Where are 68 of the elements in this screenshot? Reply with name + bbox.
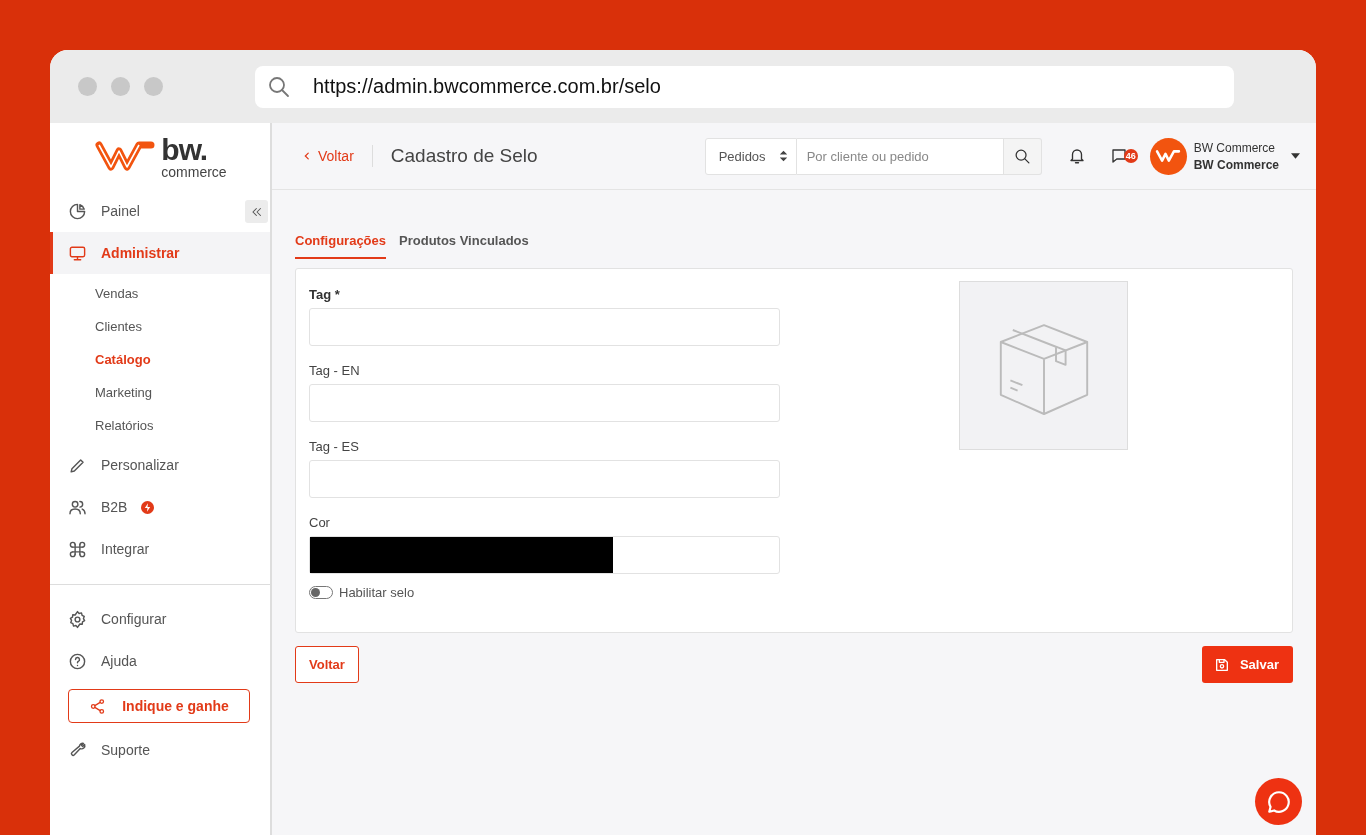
sidebar-item[interactable]: Administrar [50, 232, 270, 274]
sidebar-item[interactable]: B2B [50, 486, 270, 528]
collapse-button[interactable] [245, 200, 268, 223]
share-icon [89, 697, 107, 715]
search-field[interactable]: Por cliente ou pedido [796, 137, 1004, 175]
sort-arrows-icon [778, 150, 788, 162]
window-control-dot[interactable] [111, 77, 130, 96]
caret-down-icon[interactable] [1291, 153, 1300, 159]
command-icon [68, 539, 87, 559]
logo-wordmark: bw. [161, 134, 209, 165]
sidebar-label: Painel [101, 203, 140, 219]
logo-icon [1155, 148, 1182, 164]
monitor-icon [68, 243, 87, 263]
address-bar[interactable]: https://admin.bwcommerce.com.br/selo [255, 65, 1234, 108]
tab[interactable]: Configurações [295, 232, 386, 259]
sidebar-item[interactable]: Personalizar [50, 444, 270, 486]
back-link[interactable]: Voltar [302, 145, 373, 167]
search-button[interactable] [1003, 137, 1042, 175]
sidebar-label: Integrar [101, 541, 150, 557]
search-scope-select[interactable]: Pedidos [704, 137, 797, 175]
sidebar-subitem[interactable]: Catálogo [50, 343, 270, 376]
sidebar-label: Configurar [101, 611, 167, 627]
logo-tagline: commerce [161, 164, 227, 179]
field-label: Tag - ES [309, 438, 360, 456]
chat-button[interactable] [1255, 778, 1302, 825]
text-field[interactable] [309, 384, 780, 422]
sidebar-subitem[interactable]: Vendas [50, 277, 270, 310]
save-button[interactable]: Salvar [1201, 646, 1293, 683]
tab[interactable]: Produtos Vinculados [399, 232, 529, 259]
search-icon [267, 74, 291, 99]
user-name: BW Commerce [1193, 140, 1276, 155]
sidebar-subitem[interactable]: Clientes [50, 310, 270, 343]
help-icon [68, 651, 87, 671]
sidebar-label: Personalizar [101, 457, 179, 473]
referral-button[interactable]: Indique e ganhe [68, 689, 250, 723]
text-field[interactable] [309, 460, 780, 498]
field-label: Tag * [309, 286, 341, 304]
window-control-dot[interactable] [144, 77, 163, 96]
speech-bubble-icon [1265, 788, 1292, 815]
gear-icon [68, 609, 87, 629]
url-text: https://admin.bwcommerce.com.br/selo [313, 75, 661, 98]
store-name: BW Commerce [1193, 157, 1279, 172]
sidebar-item[interactable]: Painel [50, 190, 270, 232]
field-label: Tag - EN [309, 362, 361, 380]
chevron-left-icon [302, 151, 312, 161]
sidebar-item[interactable]: Suporte [50, 729, 270, 771]
sidebar-subitem[interactable]: Relatórios [50, 409, 270, 442]
chat-icon[interactable] [1109, 147, 1128, 165]
message-count-badge: 46 [1123, 149, 1138, 163]
sidebar-label: Ajuda [101, 653, 137, 669]
bell-icon[interactable] [1067, 147, 1086, 165]
color-field[interactable] [309, 536, 780, 574]
window-control-dot[interactable] [78, 77, 97, 96]
sidebar-subitem[interactable]: Marketing [50, 376, 270, 409]
field-label: Cor [309, 514, 331, 532]
text-field[interactable] [309, 308, 780, 346]
page-title: Cadastro de Selo [390, 145, 539, 167]
sidebar-item[interactable]: Configurar [50, 598, 270, 640]
sidebar-item[interactable]: Integrar [50, 528, 270, 570]
pie-chart-icon [68, 201, 87, 221]
avatar[interactable] [1149, 137, 1187, 175]
toggle-switch[interactable]: Habilitar selo [309, 585, 780, 600]
sidebar-label: Suporte [101, 742, 151, 758]
sidebar-label: Administrar [101, 245, 180, 261]
sidebar-item[interactable]: Ajuda [50, 640, 270, 682]
sidebar-label: B2B [101, 499, 128, 515]
back-button[interactable]: Voltar [295, 646, 359, 683]
search-icon [1013, 147, 1031, 165]
